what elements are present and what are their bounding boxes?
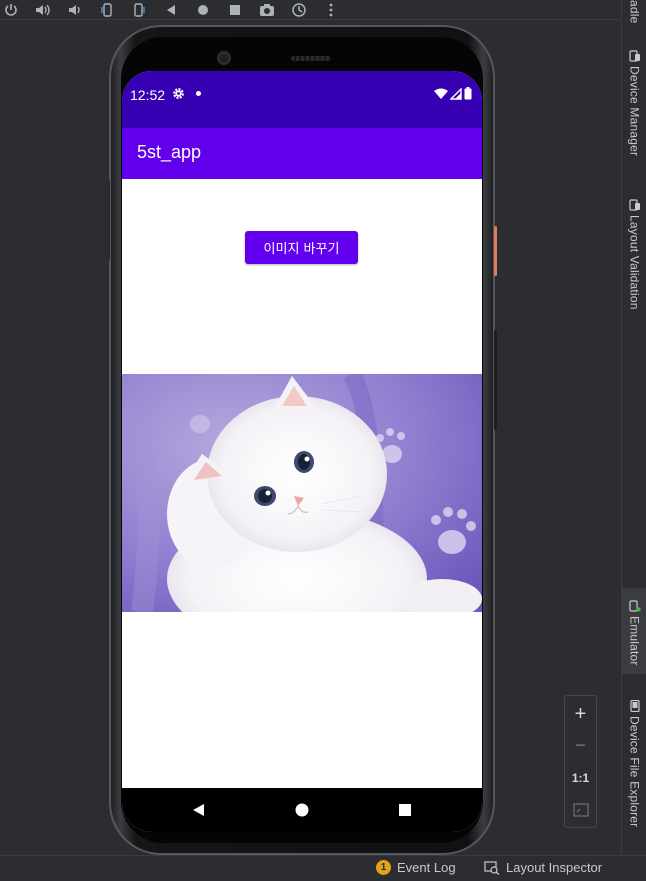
zoom-controls: + − 1:1 — [564, 695, 597, 828]
power-side-button[interactable] — [494, 226, 497, 276]
back-icon[interactable] — [160, 1, 182, 19]
kitten-image — [122, 374, 482, 612]
settings-icon — [173, 88, 184, 99]
nav-home-button[interactable] — [292, 800, 312, 820]
tab-layout-validation-label: Layout Validation — [627, 215, 642, 310]
volume-up-icon[interactable] — [32, 1, 54, 19]
tab-layout-validation[interactable]: Layout Validation — [622, 199, 646, 310]
kitten-illustration — [122, 374, 482, 612]
nav-recents-button[interactable] — [395, 800, 415, 820]
actual-size-button[interactable]: 1:1 — [565, 764, 596, 792]
volume-side-button[interactable] — [494, 330, 497, 430]
tab-gradle-label: adle — [627, 0, 642, 24]
earpiece-speaker — [291, 56, 331, 61]
emulator-icon — [628, 600, 641, 612]
rotate-right-icon[interactable] — [128, 1, 150, 19]
signal-icon — [450, 87, 462, 100]
app-content: 이미지 바꾸기 — [122, 179, 482, 788]
layout-validation-icon — [628, 199, 640, 211]
status-indicators — [434, 87, 472, 100]
android-nav-bar — [122, 788, 482, 832]
emulator-toolbar — [0, 0, 621, 20]
power-icon[interactable] — [0, 1, 22, 19]
event-log-badge: 1 — [376, 860, 391, 875]
zoom-in-button[interactable]: + — [565, 700, 596, 728]
event-log-label: Event Log — [397, 860, 456, 875]
back-icon — [193, 804, 204, 816]
wifi-icon — [434, 88, 448, 99]
layout-inspector-label: Layout Inspector — [506, 860, 603, 875]
recents-icon — [399, 804, 411, 816]
overview-icon[interactable] — [224, 1, 246, 19]
tab-emulator-label: Emulator — [627, 616, 642, 666]
home-icon — [295, 803, 309, 817]
status-time: 12:52 — [130, 87, 166, 103]
zoom-out-button[interactable]: − — [565, 731, 596, 759]
event-log-button[interactable]: 1 Event Log — [376, 860, 456, 875]
home-icon[interactable] — [192, 1, 214, 19]
phone-side-button-left — [107, 180, 110, 260]
layout-inspector-icon — [484, 860, 500, 875]
notification-dot-icon — [196, 91, 201, 96]
app-title: 5st_app — [137, 142, 202, 162]
tab-device-manager[interactable]: Device Manager — [622, 50, 646, 156]
tab-emulator[interactable]: Emulator — [622, 588, 646, 674]
app-bar: 5st_app — [122, 128, 482, 179]
tab-device-manager-label: Device Manager — [627, 66, 642, 157]
rotate-left-icon[interactable] — [96, 1, 118, 19]
right-tool-strip: adle Device Manager Layout Validation Em… — [621, 0, 646, 855]
snapshot-icon[interactable] — [288, 1, 310, 19]
fit-screen-icon — [572, 803, 589, 817]
tab-device-file-explorer[interactable]: Device File Explorer — [622, 700, 646, 827]
layout-inspector-button[interactable]: Layout Inspector — [484, 860, 602, 875]
device-file-explorer-icon — [629, 700, 640, 712]
volume-down-icon[interactable] — [64, 1, 86, 19]
tab-gradle[interactable]: adle — [622, 0, 646, 24]
device-screen: 12:52 5st_app 이미지 바꾸기 — [122, 71, 482, 832]
device-manager-icon — [628, 50, 640, 62]
nav-back-button[interactable] — [188, 800, 208, 820]
battery-icon — [464, 87, 472, 100]
tab-device-file-explorer-label: Device File Explorer — [627, 716, 642, 828]
front-camera — [217, 51, 231, 65]
more-icon[interactable] — [320, 1, 342, 19]
change-image-button[interactable]: 이미지 바꾸기 — [245, 231, 358, 264]
fit-screen-button[interactable] — [565, 796, 596, 824]
ide-bottom-bar: 1 Event Log Layout Inspector — [0, 855, 646, 881]
camera-icon[interactable] — [256, 1, 278, 19]
android-status-bar: 12:52 — [122, 71, 482, 128]
